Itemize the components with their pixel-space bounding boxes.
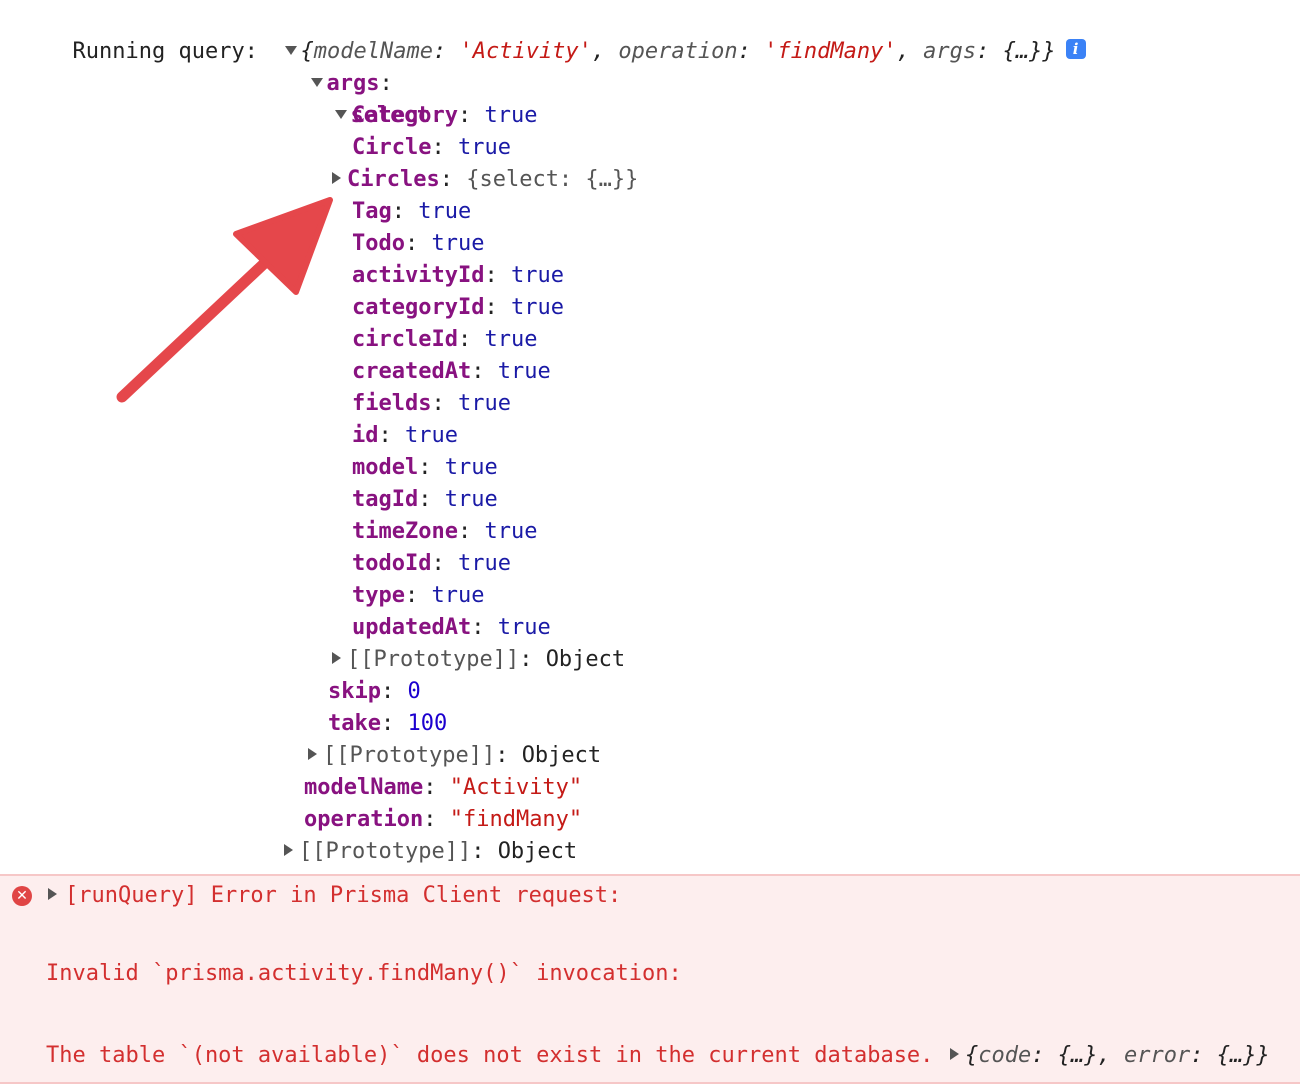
error-x-icon: ✕ [12, 886, 32, 906]
error-detail: The table `(not available)` does not exi… [46, 1043, 934, 1068]
console-error-message: ✕ [runQuery] Error in Prisma Client requ… [0, 874, 1300, 1084]
error-invocation: Invalid `prisma.activity.findMany()` inv… [46, 961, 682, 986]
error-title: [runQuery] Error in Prisma Client reques… [65, 883, 622, 908]
error-summary[interactable]: [runQuery] Error in Prisma Client reques… [48, 880, 621, 912]
expand-right-icon[interactable] [48, 888, 57, 900]
error-object[interactable]: {code: {…}, error: {…}} [950, 1040, 1270, 1072]
expand-right-icon[interactable] [950, 1048, 959, 1060]
